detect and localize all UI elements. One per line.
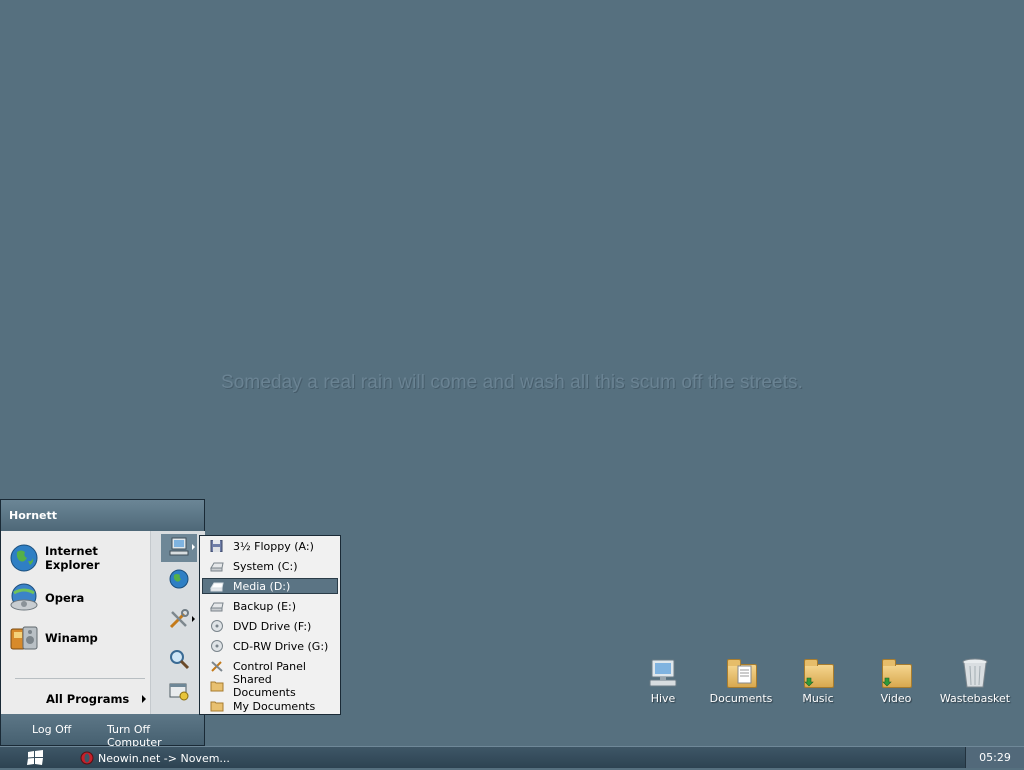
video-folder-icon — [879, 656, 913, 690]
clock[interactable]: 05:29 — [979, 751, 1011, 764]
desktop-icon-label: Documents — [709, 692, 773, 705]
submenu-item-label: Backup (E:) — [233, 599, 297, 613]
pinned-item-winamp[interactable]: Winamp — [9, 621, 149, 655]
submenu-arrow-icon — [192, 616, 195, 622]
desktop-icon-label: Music — [802, 692, 834, 705]
control-panel-icon — [210, 660, 224, 672]
pinned-item-label: Internet Explorer — [45, 544, 100, 572]
start-menu: Hornett Internet Explorer Opera Winamp A… — [0, 499, 205, 749]
taskbar: Neowin.net -> Novem... 05:29 — [0, 746, 1024, 768]
taskbar-item-opera[interactable]: Neowin.net -> Novem... — [80, 749, 230, 767]
pinned-item-label: Opera — [45, 591, 85, 605]
submenu-item-label: 3½ Floppy (A:) — [233, 539, 314, 553]
user-name: Hornett — [1, 500, 204, 532]
submenu-item-control-panel[interactable]: Control Panel — [203, 659, 337, 673]
trash-icon — [958, 656, 992, 690]
all-programs-label: All Programs — [46, 692, 130, 706]
documents-folder-icon — [724, 656, 758, 690]
wallpaper-quote: Someday a real rain will come and wash a… — [220, 372, 804, 393]
winamp-icon — [9, 623, 39, 653]
desktop-icon-label: Hive — [650, 692, 676, 705]
start-button[interactable] — [22, 749, 48, 767]
menu-separator — [15, 678, 145, 679]
submenu-item-backup-e[interactable]: Backup (E:) — [203, 599, 337, 613]
tools-icon — [168, 608, 190, 633]
desktop-icon-label: Video — [880, 692, 912, 705]
my-computer-button[interactable] — [161, 534, 197, 562]
windows-logo-icon — [22, 750, 48, 770]
submenu-item-my-documents[interactable]: My Documents — [203, 699, 337, 713]
folder-icon — [210, 680, 224, 692]
submenu-item-floppy[interactable]: 3½ Floppy (A:) — [203, 539, 337, 553]
run-button[interactable] — [161, 678, 197, 706]
log-off-button[interactable]: Log Off — [32, 723, 71, 736]
system-tray: 05:29 — [965, 747, 1024, 768]
drive-icon — [210, 580, 224, 592]
computer-icon — [646, 656, 680, 690]
desktop-icon-wastebasket[interactable]: Wastebasket — [936, 656, 1014, 705]
submenu-item-system-c[interactable]: System (C:) — [203, 559, 337, 573]
submenu-item-shared-documents[interactable]: Shared Documents — [203, 673, 337, 699]
all-programs-button[interactable]: All Programs — [46, 689, 146, 709]
music-folder-icon — [801, 656, 835, 690]
folder-icon — [210, 700, 224, 712]
pinned-item-label: Winamp — [45, 631, 98, 645]
cd-icon — [210, 620, 224, 632]
submenu-item-label: System (C:) — [233, 559, 298, 573]
desktop-icon-video[interactable]: Video — [857, 656, 935, 705]
submenu-item-label: My Documents — [233, 699, 316, 713]
desktop-icon-hive[interactable]: Hive — [624, 656, 702, 705]
submenu-item-dvd-f[interactable]: DVD Drive (F:) — [203, 619, 337, 633]
submenu-item-label: CD-RW Drive (G:) — [233, 639, 329, 653]
submenu-item-label: Shared Documents — [233, 673, 296, 699]
globe-icon — [9, 543, 39, 573]
network-globe-icon — [168, 568, 190, 593]
chevron-right-icon — [142, 695, 146, 703]
pinned-programs: Internet Explorer Opera Winamp All Progr… — [1, 531, 150, 714]
drive-icon — [210, 600, 224, 612]
submenu-item-media-d[interactable]: Media (D:) — [202, 578, 338, 594]
taskbar-item-label: Neowin.net -> Novem... — [98, 751, 230, 765]
drives-submenu: 3½ Floppy (A:) System (C:) Media (D:) Ba… — [199, 535, 341, 715]
opera-icon — [80, 751, 94, 765]
desktop-icon-label: Wastebasket — [939, 692, 1011, 705]
desktop-icon-music[interactable]: Music — [779, 656, 857, 705]
tools-button[interactable] — [161, 606, 197, 634]
submenu-item-label: Control Panel — [233, 659, 306, 673]
run-icon — [168, 680, 190, 705]
pinned-item-internet-explorer[interactable]: Internet Explorer — [9, 541, 149, 575]
search-button[interactable] — [161, 646, 197, 674]
desktop-icon-documents[interactable]: Documents — [702, 656, 780, 705]
submenu-item-cdrw-g[interactable]: CD-RW Drive (G:) — [203, 639, 337, 653]
start-menu-footer: Log Off Turn Off Computer — [1, 714, 204, 749]
search-icon — [168, 648, 190, 673]
opera-icon — [9, 583, 39, 613]
submenu-item-label: DVD Drive (F:) — [233, 619, 312, 633]
drive-icon — [210, 560, 224, 572]
my-computer-icon — [168, 537, 190, 560]
network-button[interactable] — [161, 566, 197, 594]
submenu-item-label: Media (D:) — [233, 579, 291, 593]
pinned-item-opera[interactable]: Opera — [9, 581, 149, 615]
start-menu-side-panel — [150, 531, 205, 714]
submenu-arrow-icon — [192, 544, 195, 550]
floppy-icon — [210, 539, 224, 553]
cd-icon — [210, 640, 224, 652]
